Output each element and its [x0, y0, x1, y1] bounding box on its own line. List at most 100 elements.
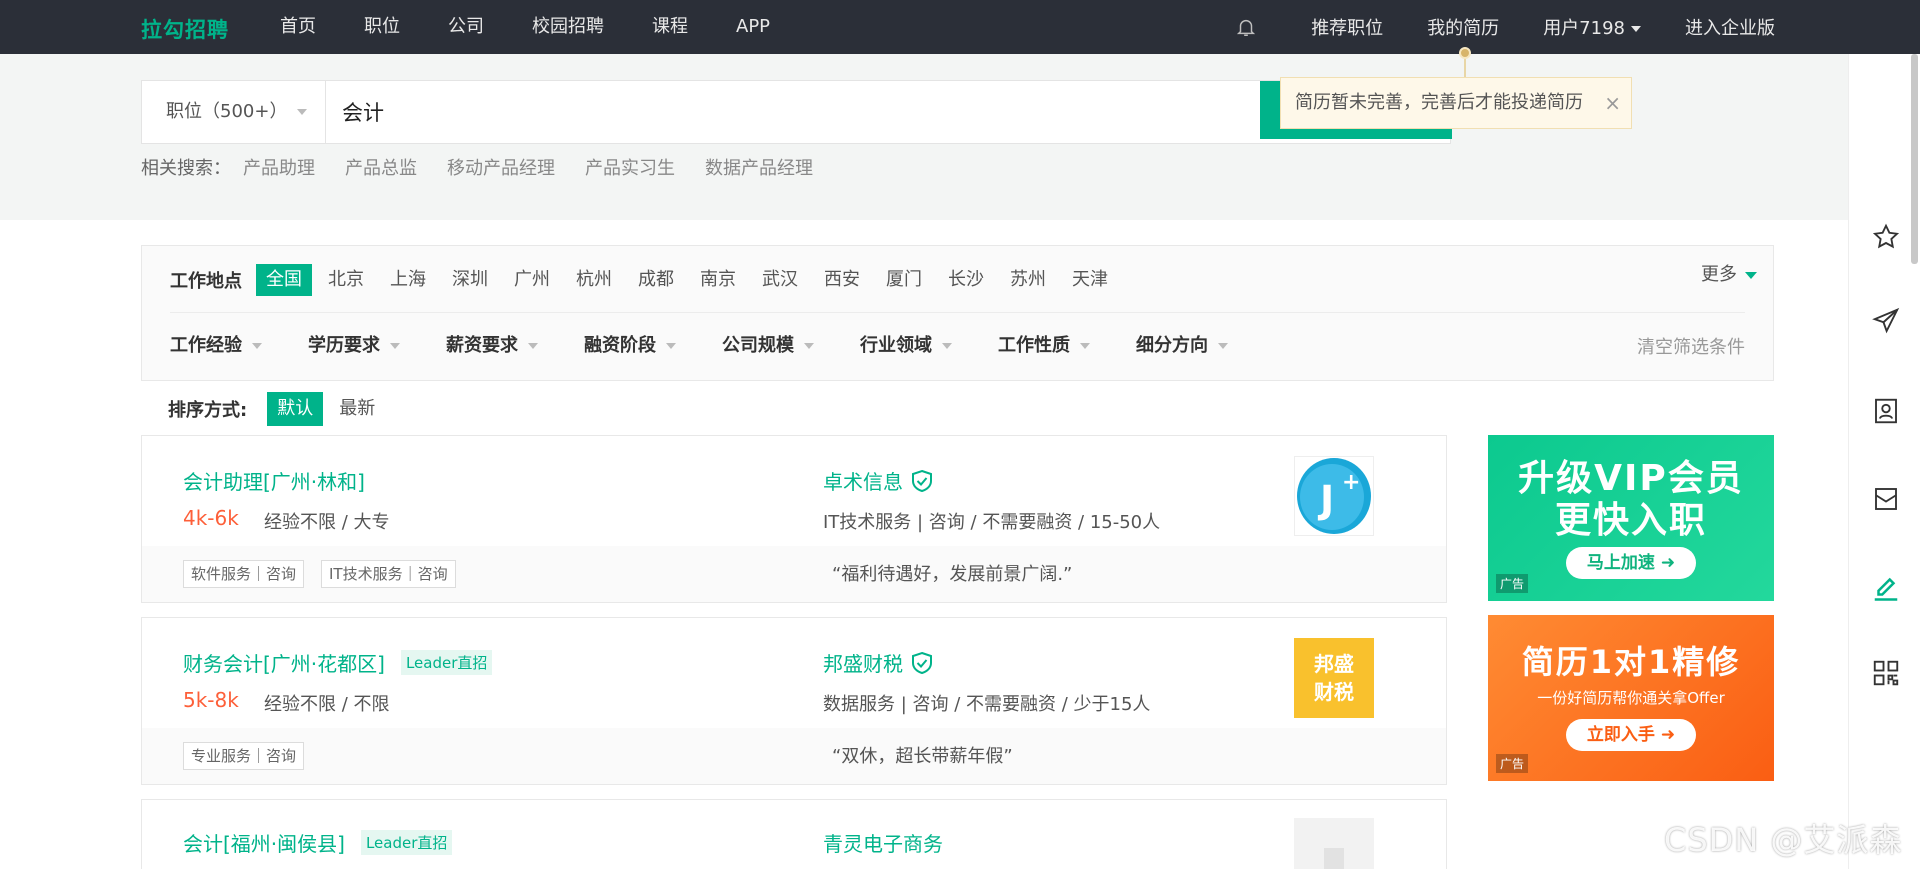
filter-company-size[interactable]: 公司规模	[722, 331, 814, 357]
search-type-label: 职位（500+）	[166, 101, 288, 122]
logo-text: 财税	[1314, 680, 1354, 704]
leader-badge: Leader直招	[400, 650, 493, 675]
company-info: IT技术服务 | 咨询 / 不需要融资 / 15-50人	[823, 512, 1161, 533]
scrollbar[interactable]	[1911, 54, 1918, 264]
city-option[interactable]: 天津	[1062, 264, 1118, 296]
logo-text: 邦盛	[1314, 652, 1354, 676]
search-input[interactable]	[342, 81, 1172, 143]
job-card[interactable]: 会计助理[广州·林和] 4k-6k 经验不限 / 大专 卓术信息 IT技术服务 …	[141, 435, 1447, 603]
sort-default[interactable]: 默认	[267, 392, 324, 426]
city-option[interactable]: 南京	[690, 264, 746, 296]
caret-down-icon	[666, 343, 676, 349]
tooltip-dot	[1459, 47, 1471, 59]
user-menu[interactable]: 用户7198	[1543, 14, 1641, 40]
filter-label: 薪资要求	[446, 335, 518, 356]
city-option[interactable]: 全国	[256, 264, 312, 296]
company-logo-image: J +	[1294, 456, 1374, 536]
job-title[interactable]: 会计[福州·闽侯县] Leader直招	[183, 828, 453, 857]
search-type-select[interactable]: 职位（500+）	[142, 81, 326, 143]
svg-text:J: J	[1317, 478, 1334, 522]
watermark: CSDN @艾派森	[1664, 821, 1903, 859]
nav-my-resume[interactable]: 我的简历	[1427, 14, 1499, 40]
filter-job-type[interactable]: 工作性质	[998, 331, 1090, 357]
nav-home[interactable]: 首页	[280, 0, 316, 54]
related-item[interactable]: 数据产品经理	[705, 154, 813, 180]
city-option[interactable]: 杭州	[566, 264, 622, 296]
ad-cta-button[interactable]: 马上加速 ➜	[1566, 547, 1696, 579]
filter-education[interactable]: 学历要求	[308, 331, 400, 357]
company-logo[interactable]	[1294, 818, 1374, 869]
city-option[interactable]: 西安	[814, 264, 870, 296]
nav-recommended-jobs[interactable]: 推荐职位	[1311, 14, 1383, 40]
ad-headline: 更快入职	[1554, 500, 1707, 541]
nav-enterprise[interactable]: 进入企业版	[1685, 14, 1775, 40]
job-card[interactable]: 财务会计[广州·花都区] Leader直招 5k-8k 经验不限 / 不限 邦盛财…	[141, 617, 1447, 785]
caret-down-icon	[942, 343, 952, 349]
job-title-text: 会计助理[广州·林和]	[183, 470, 365, 494]
qrcode-icon[interactable]	[1871, 658, 1901, 688]
arrow-right-icon: ➜	[1660, 553, 1676, 573]
company-logo[interactable]: J +	[1294, 456, 1374, 536]
resume-icon[interactable]	[1871, 396, 1901, 426]
close-icon[interactable]: ×	[1604, 78, 1621, 128]
city-option[interactable]: 上海	[380, 264, 436, 296]
city-option[interactable]: 广州	[504, 264, 560, 296]
city-option[interactable]: 长沙	[938, 264, 994, 296]
divider	[170, 312, 1745, 313]
filter-industry[interactable]: 行业领域	[860, 331, 952, 357]
company-name[interactable]: 青灵电子商务	[823, 828, 943, 857]
job-tag: 专业服务｜咨询	[183, 742, 305, 770]
city-option[interactable]: 成都	[628, 264, 684, 296]
filter-salary[interactable]: 薪资要求	[446, 331, 538, 357]
caret-down-icon	[528, 343, 538, 349]
job-benefit-quote: “双休，超长带薪年假”	[832, 746, 1013, 767]
city-option[interactable]: 厦门	[876, 264, 932, 296]
caret-down-icon	[1745, 271, 1757, 279]
vip-ad-banner[interactable]: 升级VIP会员 更快入职 马上加速 ➜ 广告	[1488, 435, 1774, 601]
mail-icon[interactable]	[1871, 484, 1901, 514]
city-option[interactable]: 深圳	[442, 264, 498, 296]
company-name[interactable]: 卓术信息	[823, 466, 933, 495]
more-cities-button[interactable]: 更多	[1701, 260, 1757, 286]
company-name-text: 青灵电子商务	[823, 832, 943, 856]
nav-courses[interactable]: 课程	[652, 0, 688, 54]
related-item[interactable]: 产品总监	[345, 154, 417, 180]
nav-campus[interactable]: 校园招聘	[532, 0, 604, 54]
clear-filters-button[interactable]: 清空筛选条件	[1637, 333, 1745, 359]
job-card[interactable]: 会计[福州·闽侯县] Leader直招 青灵电子商务	[141, 799, 1447, 869]
caret-down-icon	[1080, 343, 1090, 349]
star-icon[interactable]	[1871, 222, 1901, 252]
related-item[interactable]: 产品实习生	[585, 154, 675, 180]
related-item[interactable]: 产品助理	[243, 154, 315, 180]
nav-jobs[interactable]: 职位	[364, 0, 400, 54]
filter-direction[interactable]: 细分方向	[1136, 331, 1228, 357]
edit-icon[interactable]	[1871, 572, 1901, 602]
ad-cta-button[interactable]: 立即入手 ➜	[1566, 719, 1696, 751]
caret-down-icon	[1631, 26, 1641, 32]
city-option[interactable]: 武汉	[752, 264, 808, 296]
company-name[interactable]: 邦盛财税	[823, 648, 933, 677]
nav-companies[interactable]: 公司	[448, 0, 484, 54]
nav-app[interactable]: APP	[736, 0, 770, 54]
ad-headline: 简历1对1精修	[1521, 643, 1741, 681]
job-title-text: 财务会计[广州·花都区]	[183, 652, 385, 676]
city-option[interactable]: 苏州	[1000, 264, 1056, 296]
verified-shield-icon	[912, 651, 932, 674]
job-title[interactable]: 财务会计[广州·花都区] Leader直招	[183, 648, 493, 677]
company-logo[interactable]: 邦盛 财税	[1294, 638, 1374, 718]
job-title[interactable]: 会计助理[广州·林和]	[183, 466, 365, 495]
job-salary: 5k-8k	[183, 688, 239, 712]
site-logo[interactable]: 拉勾招聘	[141, 14, 229, 44]
filter-experience[interactable]: 工作经验	[170, 331, 262, 357]
sort-label: 排序方式:	[168, 400, 248, 421]
resume-ad-banner[interactable]: 简历1对1精修 一份好简历帮你通关拿Offer 立即入手 ➜ 广告	[1488, 615, 1774, 781]
city-option[interactable]: 北京	[318, 264, 374, 296]
sort-latest[interactable]: 最新	[329, 392, 385, 426]
job-salary: 4k-6k	[183, 506, 239, 530]
related-item[interactable]: 移动产品经理	[447, 154, 555, 180]
dropdown-filters: 工作经验 学历要求 薪资要求 融资阶段 公司规模 行业领域 工作性质 细分方向	[170, 328, 1274, 360]
bell-icon[interactable]	[1235, 16, 1257, 38]
filter-funding[interactable]: 融资阶段	[584, 331, 676, 357]
send-icon[interactable]	[1871, 306, 1901, 336]
job-card-footer: 专业服务｜咨询 “双休，超长带薪年假”	[142, 728, 1446, 784]
